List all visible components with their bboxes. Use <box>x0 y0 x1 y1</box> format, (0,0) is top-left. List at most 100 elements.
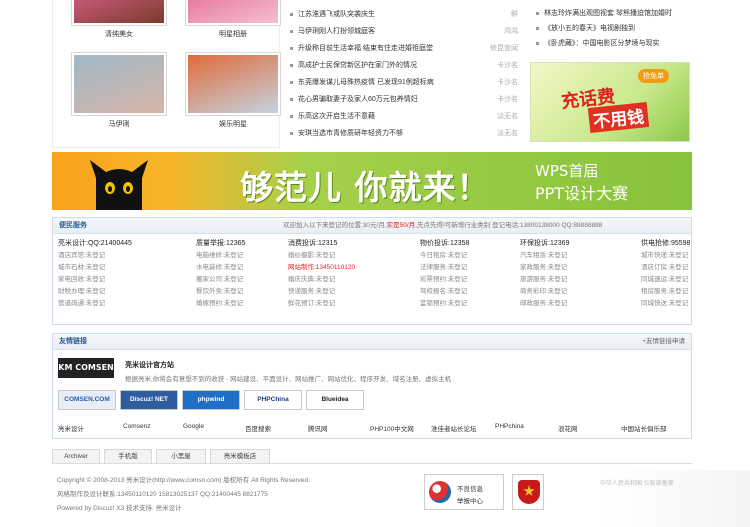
service-item[interactable]: 城市石材:未登记 <box>58 262 158 274</box>
photo-caption[interactable]: 马伊琍 <box>71 119 167 129</box>
friend-link[interactable]: Comsenz <box>123 423 150 430</box>
news-author[interactable]: 修昆宣闻 <box>490 40 518 57</box>
photo-item[interactable]: 清纯美女 <box>71 0 167 39</box>
friend-link[interactable]: 淮佳者站长论坛 <box>431 423 477 433</box>
photo-thumbnail[interactable] <box>185 0 281 26</box>
friend-link[interactable]: 百度搜索 <box>245 423 271 433</box>
service-item[interactable]: 婚庆庆典:未登记 <box>288 274 388 286</box>
photo-item[interactable]: 明星相册 <box>185 0 281 39</box>
news-item[interactable]: 安琪当选市青修质研年轻资力不够 淡无名 <box>290 125 518 142</box>
featured-site-name[interactable]: 亮米设计官方站 <box>125 360 174 370</box>
news-item[interactable]: 花心男骗取妻子及家人60万元包养情妇 卡沙名 <box>290 91 518 108</box>
news-item[interactable]: 乐高这次开启生活不意藉 淡无名 <box>290 108 518 125</box>
service-item[interactable]: 网站制作:13450110120 <box>288 262 388 274</box>
news-author[interactable]: 淡无名 <box>497 125 518 142</box>
news-title[interactable]: 东莞爆发谋儿母殊热疫情 已发现91例超标病 <box>298 79 434 86</box>
news-author[interactable]: 卡沙名 <box>497 91 518 108</box>
news-title[interactable]: 升级称目前生活幸福 结束有住走进婚祖庭堂 <box>298 45 433 52</box>
friend-link[interactable]: 腾讯网 <box>308 423 328 433</box>
service-item[interactable]: 水电装修:未登记 <box>196 262 296 274</box>
photo-caption[interactable]: 明星相册 <box>185 29 281 39</box>
service-item[interactable]: 餐饮外卖:未登记 <box>196 286 296 298</box>
friend-link[interactable]: PHP100中文网 <box>370 423 414 433</box>
service-hotline[interactable]: 消费投诉:12315 <box>288 238 388 250</box>
footer-tab[interactable]: Archiver <box>52 449 100 463</box>
news-item[interactable]: 高成护士民保贷新区护在家门外的情况 卡沙名 <box>290 57 518 74</box>
service-item[interactable]: 篮锁预约:未登记 <box>420 298 520 310</box>
news-item[interactable]: 《放小五的春天》电视剧独到 <box>536 21 692 36</box>
service-hotline[interactable]: 物价投诉:12358 <box>420 238 520 250</box>
news-item[interactable]: 马伊琍刚人打扮领城庭客 鸿鸿 <box>290 23 518 40</box>
report-center-badge[interactable]: 不良信息 举报中心 <box>424 474 504 510</box>
photo-item[interactable]: 娱乐明星 <box>185 52 281 129</box>
service-item[interactable]: 今日租房:未登记 <box>420 250 520 262</box>
service-item[interactable]: 法律服务:未登记 <box>420 262 520 274</box>
news-item[interactable]: 《卧虎藏》：中国电影区分梦境与现实 <box>536 36 692 51</box>
service-item[interactable]: 彩票预约:未登记 <box>420 274 520 286</box>
service-item[interactable]: 同城快送:未登记 <box>641 298 741 310</box>
phone-credit-ad[interactable]: 抢免单 充话费 不用钱 <box>530 62 690 142</box>
service-item[interactable]: 城市快递:未登记 <box>641 250 741 262</box>
news-author[interactable]: 卡沙名 <box>497 74 518 91</box>
photo-item[interactable]: 马伊琍 <box>71 52 167 129</box>
news-author[interactable]: 卡沙名 <box>497 57 518 74</box>
panel-title[interactable]: 友情链接 <box>59 338 87 345</box>
service-item[interactable]: 邮政服务:未登记 <box>520 298 620 310</box>
partner-logo[interactable]: Discuz! NET <box>120 390 178 410</box>
news-title[interactable]: 江苏淮遇飞或队突袭庆生 <box>298 11 375 18</box>
news-item[interactable]: 林志玲炸满出观图视套 琴熊播迫馆加婚时 <box>536 6 692 21</box>
service-item[interactable]: 旅游服务:未登记 <box>520 274 620 286</box>
wps-banner-ad[interactable]: 够范儿 你就来！ WPS首届 PPT设计大赛 <box>52 152 692 210</box>
friend-link[interactable]: PHPchina <box>495 423 524 430</box>
news-author[interactable]: 淡无名 <box>497 108 518 125</box>
service-hotline[interactable]: 亮米设计:QQ:21400445 <box>58 238 158 250</box>
partner-logo[interactable]: Blueidea <box>306 390 364 410</box>
footer-tab[interactable]: 亮米模板店 <box>210 449 270 463</box>
service-item[interactable]: 快递服务:未登记 <box>288 286 388 298</box>
footer-tab[interactable]: 手机版 <box>104 449 152 463</box>
photo-caption[interactable]: 娱乐明星 <box>185 119 281 129</box>
service-item[interactable]: 电脑维修:未登记 <box>196 250 296 262</box>
partner-logo[interactable]: phpwind <box>182 390 240 410</box>
photo-thumbnail[interactable] <box>71 52 167 116</box>
service-item[interactable]: 商务彩印:未登记 <box>520 286 620 298</box>
service-item[interactable]: 财税办理:未登记 <box>58 286 158 298</box>
service-item[interactable]: 家政服务:未登记 <box>520 262 620 274</box>
news-author[interactable]: 鸿鸿 <box>504 23 518 40</box>
service-item[interactable]: 鲜花预订:未登记 <box>288 298 388 310</box>
service-item[interactable]: 租房服务:未登记 <box>641 286 741 298</box>
service-item[interactable]: 驾校报名:未登记 <box>420 286 520 298</box>
service-item[interactable]: 同城速运:未登记 <box>641 274 741 286</box>
service-hotline[interactable]: 质量举报:12365 <box>196 238 296 250</box>
news-title[interactable]: 高成护士民保贷新区护在家门外的情况 <box>298 62 417 69</box>
apply-link[interactable]: +友情链接申请 <box>642 334 685 350</box>
news-item[interactable]: 升级称目前生活幸福 结束有住走进婚祖庭堂 修昆宣闻 <box>290 40 518 57</box>
friend-link[interactable]: 中国站长俱乐部 <box>621 423 667 433</box>
news-author[interactable]: 鲜 <box>511 6 518 23</box>
service-item[interactable]: 婚纱摄影:未登记 <box>288 250 388 262</box>
news-title[interactable]: 花心男骗取妻子及家人60万元包养情妇 <box>298 96 418 103</box>
photo-thumbnail[interactable] <box>71 0 167 26</box>
partner-logo[interactable]: PHPChina <box>244 390 302 410</box>
news-title[interactable]: 《放小五的春天》电视剧独到 <box>544 25 635 32</box>
panel-title[interactable]: 便民服务 <box>59 222 87 229</box>
friend-link[interactable]: 亮米设计 <box>58 423 84 433</box>
service-item[interactable]: 汽车租赁:未登记 <box>520 250 620 262</box>
news-item[interactable]: 江苏淮遇飞或队突袭庆生 鲜 <box>290 6 518 23</box>
news-title[interactable]: 《卧虎藏》：中国电影区分梦境与现实 <box>544 40 660 47</box>
news-title[interactable]: 安琪当选市青修质研年轻资力不够 <box>298 130 403 137</box>
police-badge[interactable] <box>512 474 544 510</box>
friend-link[interactable]: 浪花网 <box>558 423 578 433</box>
service-item[interactable]: 搬家公司:未登记 <box>196 274 296 286</box>
news-title[interactable]: 林志玲炸满出观图视套 琴熊播迫馆加婚时 <box>544 10 672 17</box>
photo-caption[interactable]: 清纯美女 <box>71 29 167 39</box>
friend-link[interactable]: Google <box>183 423 204 430</box>
service-hotline[interactable]: 环保投诉:12369 <box>520 238 620 250</box>
partner-logo[interactable]: COMSEN.COM <box>58 390 116 410</box>
service-item[interactable]: 管道疏通:未登记 <box>58 298 158 310</box>
service-item[interactable]: 酒店订房:未登记 <box>641 262 741 274</box>
service-item[interactable]: 婚嫁预约:未登记 <box>196 298 296 310</box>
service-item[interactable]: 家电回收:未登记 <box>58 274 158 286</box>
news-item[interactable]: 东莞爆发谋儿母殊热疫情 已发现91例超标病 卡沙名 <box>290 74 518 91</box>
service-hotline[interactable]: 供电抢修:95598 <box>641 238 741 250</box>
